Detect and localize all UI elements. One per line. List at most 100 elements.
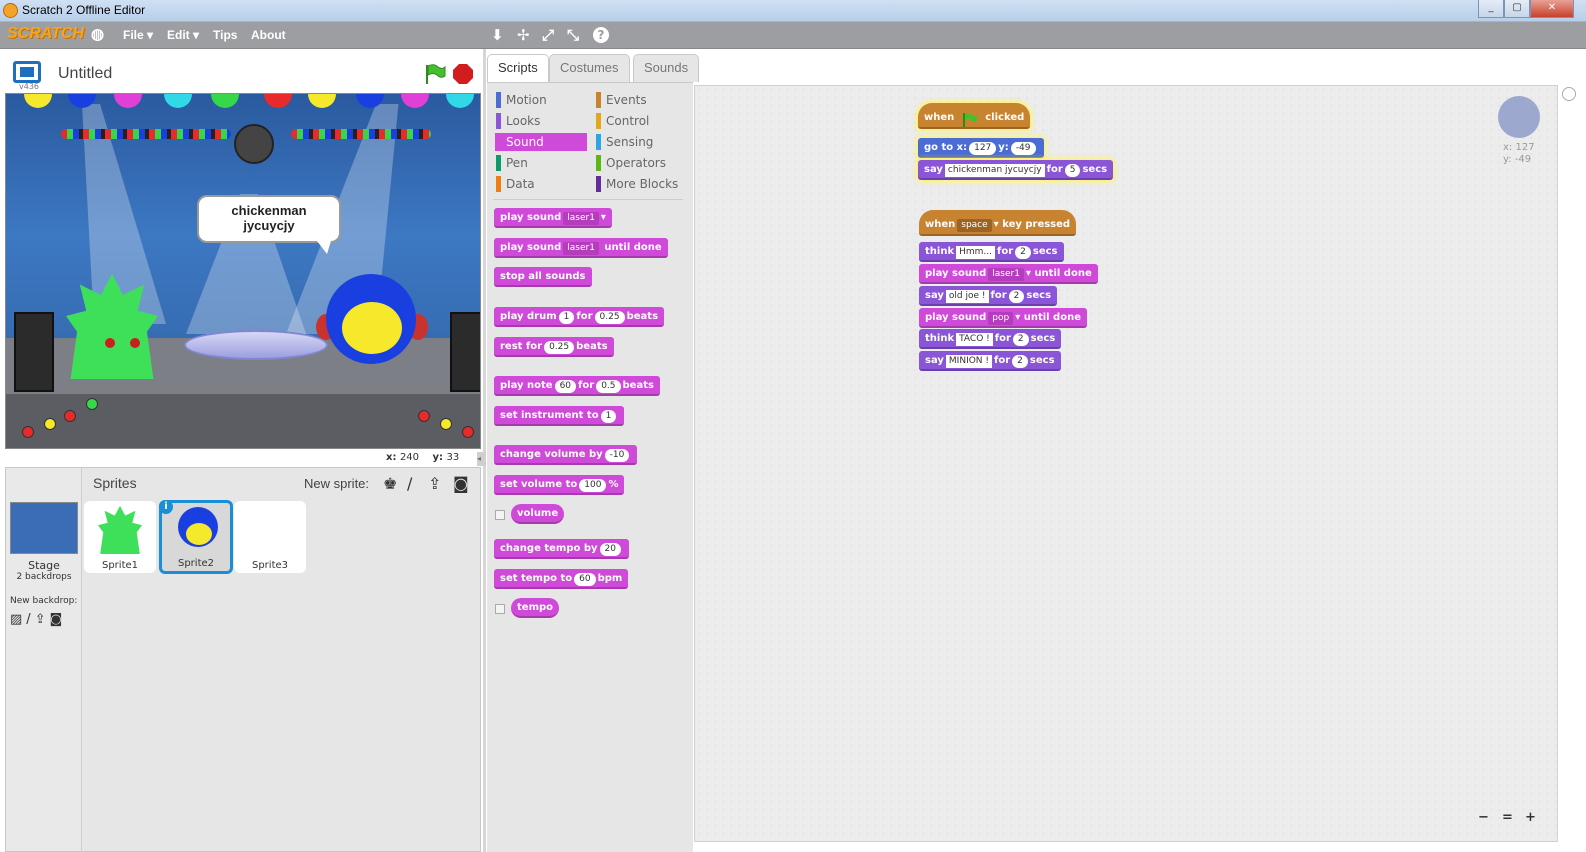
maximize-button[interactable]: ▢	[1504, 0, 1530, 18]
shrink-icon[interactable]: ⤡	[567, 26, 579, 44]
category-data[interactable]: Data	[495, 175, 587, 193]
new-backdrop-label: New backdrop:	[10, 596, 78, 606]
menu-file[interactable]: File ▾	[123, 28, 153, 42]
category-sound[interactable]: Sound	[495, 133, 587, 151]
tempo-checkbox[interactable]	[495, 604, 505, 614]
sprite-tile-sprite2[interactable]: i Sprite2	[159, 500, 233, 574]
block-rest-for[interactable]: rest for 0.25 beats	[494, 337, 614, 357]
sprite-name: Sprite3	[251, 560, 289, 571]
block-play-sound-until-done[interactable]: play sound laser1 until done	[494, 238, 668, 258]
new-sprite-label: New sprite:	[304, 476, 370, 491]
sprite-tile-sprite3[interactable]: Sprite3	[234, 501, 306, 573]
green-flag-icon[interactable]	[424, 64, 446, 84]
stage-label: Stage	[28, 559, 60, 572]
block-set-tempo[interactable]: set tempo to 60 bpm	[494, 569, 629, 589]
delete-icon[interactable]: ✢	[517, 26, 530, 44]
block-change-tempo[interactable]: change tempo by 20	[494, 539, 629, 559]
new-backdrop-tools: ▨/⇪◙	[10, 612, 66, 627]
block-say-for-secs[interactable]: say old joe ! for 2 secs	[919, 286, 1058, 306]
zoom-in-icon[interactable]: +	[1525, 810, 1536, 825]
panel-divider[interactable]	[483, 49, 486, 852]
sprite-tile-sprite1[interactable]: Sprite1	[84, 501, 156, 573]
block-play-note[interactable]: play note 60 for 0.5 beats	[494, 376, 660, 396]
category-looks[interactable]: Looks	[495, 112, 587, 130]
speech-bubble: chickenman jycuycjy	[197, 195, 341, 254]
block-say-for-secs[interactable]: say chickenman jycuycjy for 5 secs	[918, 160, 1114, 180]
block-palette: Motion Events Looks Control Sound Sensin…	[487, 82, 693, 852]
category-events[interactable]: Events	[595, 91, 687, 109]
camera-sprite-icon[interactable]: ◙	[453, 474, 469, 493]
zoom-reset-icon[interactable]: =	[1502, 810, 1513, 825]
menu-about[interactable]: About	[251, 28, 286, 42]
scratch-logo[interactable]: SCRATCH	[7, 25, 84, 43]
camera-backdrop-icon[interactable]: ◙	[50, 612, 67, 627]
sprite-info-icon[interactable]: i	[159, 500, 173, 514]
paint-backdrop-icon[interactable]: /	[26, 612, 34, 627]
block-set-instrument[interactable]: set instrument to 1	[494, 406, 625, 426]
script-area-scrollbar[interactable]	[1558, 85, 1586, 842]
version-label: v436	[19, 82, 40, 91]
tab-sounds[interactable]: Sounds	[633, 54, 700, 82]
tab-scripts[interactable]: Scripts	[487, 54, 549, 83]
sprites-title: Sprites	[93, 475, 137, 491]
stage-thumbnail[interactable]	[10, 502, 78, 554]
category-pen[interactable]: Pen	[495, 154, 587, 172]
scroll-handle[interactable]	[1562, 87, 1576, 101]
backdrop-library-icon[interactable]: ▨	[10, 612, 26, 627]
sprite2-on-stage[interactable]	[312, 264, 432, 384]
paint-sprite-icon[interactable]: /	[407, 474, 412, 493]
sprite-library-icon[interactable]: ♚	[383, 474, 397, 493]
script-area[interactable]: when clicked go to x: 127 y: -49 say chicken…	[694, 85, 1558, 842]
scratch-app-icon	[3, 3, 18, 18]
hat-when-flag-clicked[interactable]: when clicked	[918, 103, 1031, 129]
close-window-button[interactable]: ✕	[1530, 0, 1574, 18]
duplicate-icon[interactable]: ⬇	[491, 26, 504, 44]
help-icon[interactable]: ?	[593, 27, 609, 43]
sprite-name: Sprite1	[101, 560, 139, 571]
block-change-volume[interactable]: change volume by -10	[494, 445, 638, 465]
sprite-name: Sprite2	[177, 558, 215, 569]
reporter-volume[interactable]: volume	[511, 504, 565, 524]
block-play-sound[interactable]: play sound laser1 ▾	[494, 208, 612, 228]
stage-header: v436 Untitled	[5, 56, 481, 92]
upload-sprite-icon[interactable]: ⇪	[428, 474, 441, 493]
mouse-coordinates: x: 240 y: 33	[386, 452, 460, 463]
block-say-for-secs[interactable]: say MINION ! for 2 secs	[919, 351, 1061, 371]
stage-platform	[184, 330, 328, 360]
category-control[interactable]: Control	[595, 112, 687, 130]
category-sensing[interactable]: Sensing	[595, 133, 687, 151]
category-operators[interactable]: Operators	[595, 154, 687, 172]
window-titlebar: Scratch 2 Offline Editor _ ▢ ✕	[0, 0, 1586, 22]
block-think-for-secs[interactable]: think TACO ! for 2 secs	[919, 329, 1062, 349]
collapse-stage-arrow-icon[interactable]: ◂	[477, 452, 486, 466]
reporter-tempo[interactable]: tempo	[511, 598, 560, 618]
block-play-drum[interactable]: play drum 1 for 0.25 beats	[494, 307, 665, 327]
volume-checkbox[interactable]	[495, 510, 505, 520]
language-globe-icon[interactable]: ◍	[91, 25, 104, 43]
menu-edit[interactable]: Edit ▾	[167, 28, 199, 42]
block-play-sound-until-done[interactable]: play sound pop ▾ until done	[919, 308, 1087, 328]
category-more-blocks[interactable]: More Blocks	[595, 175, 687, 193]
presentation-mode-icon[interactable]	[13, 61, 41, 83]
hat-when-key-pressed[interactable]: when space ▾ key pressed	[919, 210, 1077, 236]
block-stop-all-sounds[interactable]: stop all sounds	[494, 267, 592, 287]
sprite-panel: Stage 2 backdrops New backdrop: ▨/⇪◙ Spr…	[5, 467, 481, 852]
current-sprite-thumbnail	[1498, 96, 1540, 138]
window-title: Scratch 2 Offline Editor	[22, 3, 146, 17]
menu-tips[interactable]: Tips	[213, 28, 237, 42]
block-go-to-xy[interactable]: go to x: 127 y: -49	[918, 138, 1044, 158]
menu-bar: SCRATCH ◍ File ▾ Edit ▾ Tips About ⬇ ✢ ⤢…	[0, 22, 1586, 49]
tab-costumes[interactable]: Costumes	[549, 54, 630, 82]
zoom-out-icon[interactable]: −	[1478, 810, 1489, 825]
category-motion[interactable]: Motion	[495, 91, 587, 109]
green-flag-icon	[962, 110, 978, 127]
block-think-for-secs[interactable]: think Hmm... for 2 secs	[919, 242, 1064, 262]
minimize-button[interactable]: _	[1478, 0, 1504, 18]
grow-icon[interactable]: ⤢	[542, 26, 554, 44]
block-set-volume[interactable]: set volume to 100%	[494, 475, 625, 495]
stop-sign-icon[interactable]	[453, 64, 473, 84]
project-title-input[interactable]: Untitled	[58, 65, 112, 83]
stage-canvas[interactable]: chickenman jycuycjy	[5, 93, 481, 449]
upload-backdrop-icon[interactable]: ⇪	[35, 612, 50, 627]
block-play-sound-until-done[interactable]: play sound laser1 ▾ until done	[919, 264, 1098, 284]
